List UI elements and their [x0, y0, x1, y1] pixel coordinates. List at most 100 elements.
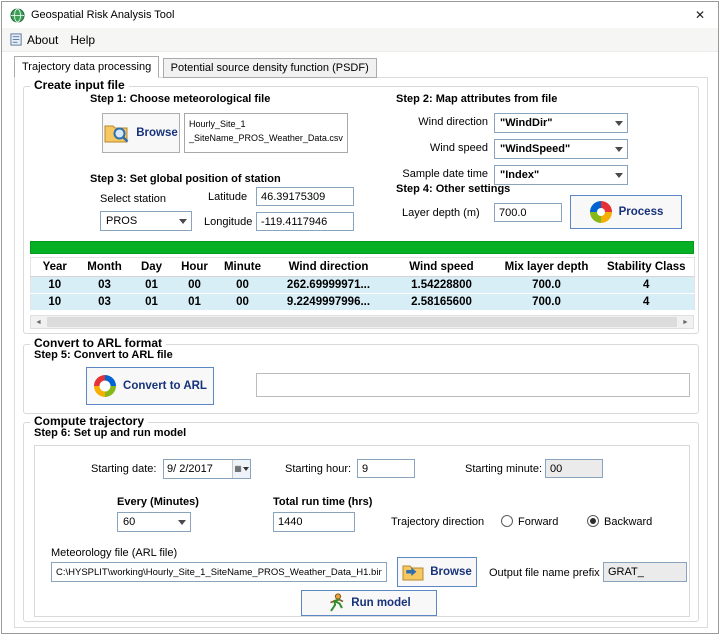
convert-to-arl-button[interactable]: Convert to ARL — [86, 367, 214, 405]
table-cell: 262.69999971... — [269, 277, 389, 294]
sample-date-time-select[interactable]: "Index" — [494, 165, 628, 185]
menu-item-about[interactable]: About — [23, 31, 66, 49]
table-cell: 9.2249997996... — [269, 294, 389, 311]
table-cell: 00 — [173, 277, 217, 294]
table-cell: 01 — [131, 294, 173, 311]
import-progress-bar — [30, 241, 694, 254]
table-cell: 00 — [217, 294, 269, 311]
latitude-label: Latitude — [208, 191, 247, 203]
step1-title: Step 1: Choose meteorological file — [90, 93, 270, 105]
latitude-field[interactable] — [256, 187, 354, 206]
weather-data-table[interactable]: Year Month Day Hour Minute Wind directio… — [30, 257, 695, 311]
scroll-right-icon[interactable]: ► — [678, 316, 693, 328]
starting-minute-label: Starting minute: — [465, 463, 542, 475]
wind-speed-value: "WindSpeed" — [500, 143, 570, 155]
meteorology-file-field[interactable] — [51, 562, 387, 582]
menu-bar: About Help — [2, 28, 718, 52]
table-cell: 03 — [79, 294, 131, 311]
every-minutes-value: 60 — [123, 516, 135, 528]
layer-depth-field[interactable] — [494, 203, 562, 222]
column-header: Month — [79, 258, 131, 277]
convert-cycle-icon — [93, 374, 117, 398]
wind-speed-select[interactable]: "WindSpeed" — [494, 139, 628, 159]
backward-radio[interactable] — [587, 515, 599, 527]
forward-radio[interactable] — [501, 515, 513, 527]
step6-browse-button[interactable]: Browse — [397, 557, 477, 587]
process-button[interactable]: Process — [570, 195, 682, 229]
tab-page-trajectory: Create input file Step 1: Choose meteoro… — [14, 77, 708, 628]
folder-search-icon — [104, 122, 130, 144]
column-header: Wind direction — [269, 258, 389, 277]
forward-radio-label[interactable]: Forward — [518, 516, 558, 528]
total-run-time-field[interactable] — [273, 512, 355, 532]
longitude-field[interactable] — [256, 212, 354, 231]
table-cell: 4 — [599, 294, 695, 311]
tab-trajectory-data-processing[interactable]: Trajectory data processing — [14, 56, 159, 78]
column-header: Wind speed — [389, 258, 495, 277]
tab-psdf[interactable]: Potential source density function (PSDF) — [163, 58, 377, 78]
scroll-left-icon[interactable]: ◄ — [31, 316, 46, 328]
table-cell: 00 — [217, 277, 269, 294]
step1-file-line1: Hourly_Site_1 — [189, 117, 343, 131]
run-model-panel: Starting date: 9/ 2/2017 ▦ Starting hour… — [34, 445, 690, 617]
scrollbar-thumb[interactable] — [47, 317, 677, 327]
calendar-icon: ▦ — [234, 465, 242, 473]
wind-speed-label: Wind speed — [396, 142, 488, 154]
column-header: Hour — [173, 258, 217, 277]
chevron-down-icon — [178, 520, 186, 525]
run-model-button[interactable]: Run model — [301, 590, 437, 616]
table-cell: 700.0 — [495, 294, 599, 311]
starting-date-picker[interactable]: 9/ 2/2017 ▦ — [163, 459, 251, 479]
chevron-down-icon — [615, 173, 623, 178]
table-cell: 2.58165600 — [389, 294, 495, 311]
every-minutes-label: Every (Minutes) — [117, 496, 199, 508]
table-cell: 10 — [31, 277, 79, 294]
every-minutes-select[interactable]: 60 — [117, 512, 191, 532]
menu-item-help[interactable]: Help — [66, 31, 103, 49]
backward-radio-label[interactable]: Backward — [604, 516, 652, 528]
table-cell: 01 — [131, 277, 173, 294]
step3-title: Step 3: Set global position of station — [90, 173, 281, 185]
chevron-down-icon — [243, 467, 249, 471]
app-window: Geospatial Risk Analysis Tool ✕ About He… — [1, 1, 719, 634]
total-run-time-label: Total run time (hrs) — [273, 496, 372, 508]
step2-title: Step 2: Map attributes from file — [396, 93, 557, 105]
convert-group-title: Convert to ARL format — [30, 336, 166, 350]
convert-progress-bar — [256, 373, 690, 397]
layer-depth-label: Layer depth (m) — [402, 207, 480, 219]
starting-hour-field[interactable] — [357, 459, 415, 478]
compute-group-title: Compute trajectory — [30, 414, 148, 428]
close-button[interactable]: ✕ — [682, 2, 718, 28]
column-header: Mix layer depth — [495, 258, 599, 277]
station-value: PROS — [106, 215, 137, 227]
app-icon — [10, 8, 25, 23]
table-row[interactable]: 10 03 01 00 00 262.69999971... 1.5422880… — [31, 277, 695, 294]
create-input-file-group: Create input file Step 1: Choose meteoro… — [23, 86, 699, 334]
wind-direction-value: "WindDir" — [500, 117, 553, 129]
table-horizontal-scrollbar[interactable]: ◄ ► — [30, 315, 694, 329]
chevron-down-icon — [179, 219, 187, 224]
chevron-down-icon — [615, 121, 623, 126]
step6-title: Step 6: Set up and run model — [34, 427, 186, 439]
starting-date-label: Starting date: — [91, 463, 156, 475]
chevron-down-icon — [615, 147, 623, 152]
title-bar[interactable]: Geospatial Risk Analysis Tool ✕ — [2, 2, 718, 28]
step1-browse-button[interactable]: Browse — [102, 113, 180, 153]
table-cell: 1.54228800 — [389, 277, 495, 294]
output-prefix-field[interactable] — [603, 562, 687, 582]
table-row[interactable]: 10 03 01 01 00 9.2249997996... 2.5816560… — [31, 294, 695, 311]
starting-hour-label: Starting hour: — [285, 463, 351, 475]
longitude-label: Longitude — [204, 216, 252, 228]
starting-date-value: 9/ 2/2017 — [164, 463, 232, 475]
calendar-dropdown-button[interactable]: ▦ — [232, 460, 250, 478]
starting-minute-field[interactable] — [545, 459, 603, 478]
create-input-file-title: Create input file — [30, 78, 129, 92]
convert-to-arl-label: Convert to ARL — [123, 380, 207, 392]
step5-title: Step 5: Convert to ARL file — [34, 349, 173, 361]
table-header-row: Year Month Day Hour Minute Wind directio… — [31, 258, 695, 277]
select-station-label: Select station — [100, 193, 166, 205]
station-select[interactable]: PROS — [100, 211, 192, 231]
run-model-label: Run model — [351, 597, 410, 609]
wind-direction-select[interactable]: "WindDir" — [494, 113, 628, 133]
step1-file-line2: _SiteName_PROS_Weather_Data.csv — [189, 131, 343, 145]
